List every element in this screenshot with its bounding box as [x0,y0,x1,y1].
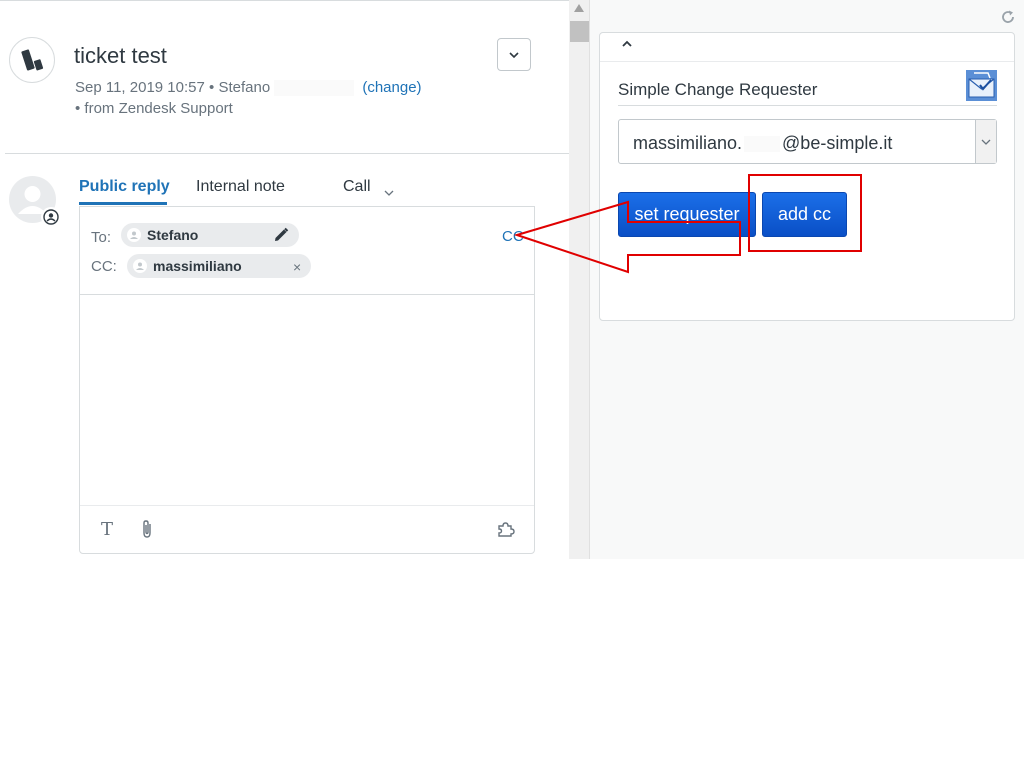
ticket-date: Sep 11, 2019 10:57 [75,79,205,96]
chevron-down-icon [509,51,519,58]
ticket-title: ticket test [74,43,167,68]
pencil-icon[interactable] [272,226,290,249]
header-divider [5,153,569,154]
scroll-up-arrow[interactable] [574,4,584,12]
active-tab-indicator [79,202,167,205]
channel-badge [41,207,61,227]
set-requester-button[interactable]: set requester [618,192,756,237]
change-requester-link[interactable]: (change) [362,79,421,96]
paperclip-icon[interactable] [140,519,154,544]
redacted-surname [274,80,355,97]
close-icon[interactable]: × [293,259,301,275]
editor-toolbar-divider [80,505,534,506]
ticket-options-button[interactable] [497,38,531,71]
reply-editor[interactable] [79,294,535,554]
zendesk-logo [9,37,55,83]
chevron-up-icon[interactable] [621,36,633,54]
app-title-divider [618,105,997,106]
zendesk-logo-icon [21,49,44,71]
app-logo-icon [966,70,997,101]
to-label: To: [91,229,112,246]
requester-name: Stefano [218,79,271,96]
cc-label: CC: [91,258,117,275]
chevron-down-icon[interactable] [384,184,394,202]
app-card-divider [600,61,1014,62]
scrollbar[interactable] [569,0,590,559]
user-avatar-icon [133,259,147,273]
refresh-icon[interactable] [1000,9,1016,30]
select-dropdown-button[interactable] [975,120,996,163]
tab-internal-note[interactable]: Internal note [196,178,285,196]
cc-toggle-link[interactable]: CC [502,228,524,245]
cc-recipient-chip[interactable]: massimiliano [127,254,311,278]
email-domain: @be-simple.it [782,133,893,153]
redacted-email-part [744,136,781,153]
cc-recipient-name: massimiliano [153,258,242,274]
meta-bullet: • [209,79,215,96]
add-cc-button[interactable]: add cc [762,192,847,237]
to-recipient-name: Stefano [147,227,199,243]
app-title: Simple Change Requester [618,80,818,99]
email-select-value: massimiliano. @be-simple.it [633,133,892,154]
puzzle-icon[interactable] [496,519,516,544]
recipients-box [79,206,535,295]
user-circle-icon [43,209,59,225]
user-avatar-icon [127,228,141,242]
chevron-down-icon [981,139,991,145]
app-card [599,32,1015,321]
email-local-part: massimiliano. [633,133,743,153]
text-format-icon[interactable]: T [101,519,113,540]
tab-public-reply[interactable]: Public reply [79,178,170,196]
ticket-source: • from Zendesk Support [75,100,233,117]
scrollbar-thumb[interactable] [570,21,589,42]
ticket-meta: Sep 11, 2019 10:57 • Stefano (change) [75,79,422,97]
tab-call[interactable]: Call [343,178,371,196]
